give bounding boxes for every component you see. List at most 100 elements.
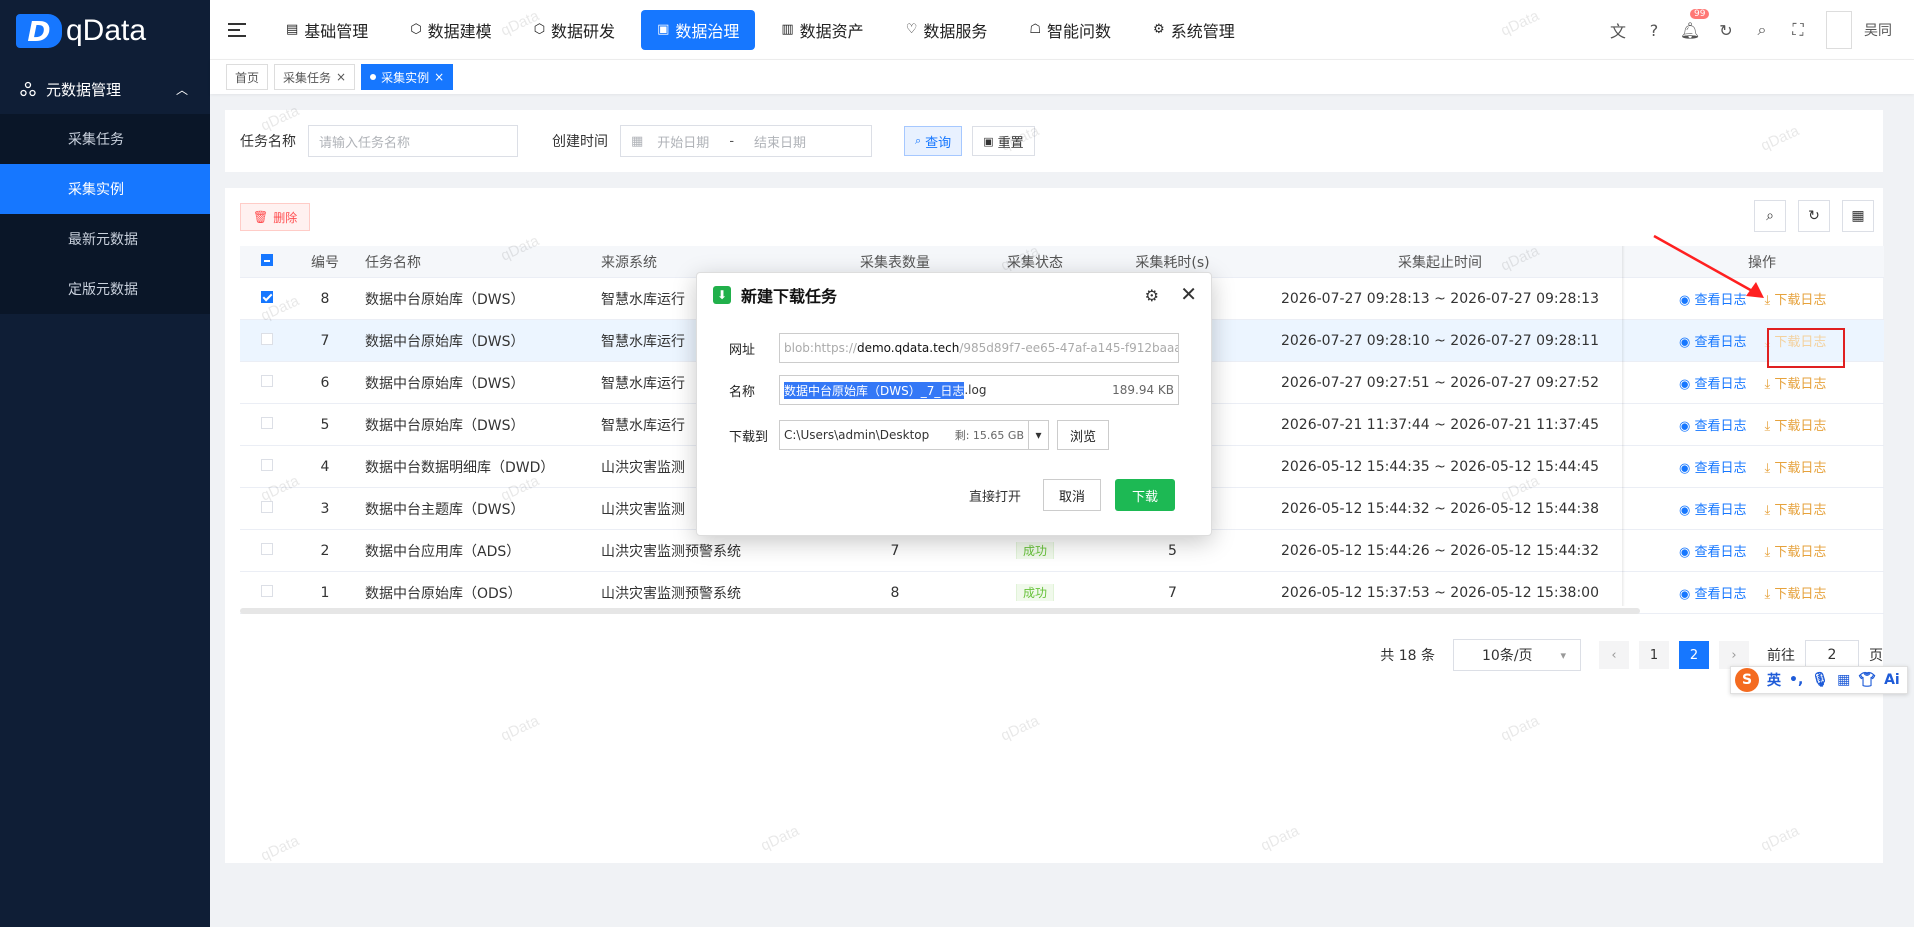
date-range-picker[interactable]: ▦ 开始日期 - 结束日期 [620,125,872,157]
view-log-link[interactable]: ◉ 查看日志 [1679,583,1747,602]
help-icon[interactable]: ? [1636,21,1672,40]
row-checkbox[interactable] [261,584,273,597]
chevron-right-icon: › [1731,647,1737,663]
close-icon[interactable]: × [336,70,346,84]
refresh-icon[interactable]: ↻ [1708,21,1744,40]
ime-toolbar[interactable]: S 英 •, 🎙︎ ▦ 👕︎ Ai [1730,666,1908,694]
download-log-link[interactable]: ⤓ 下载日志 [1765,499,1827,518]
row-checkbox[interactable] [261,542,273,555]
open-direct-button[interactable]: 直接打开 [957,479,1033,511]
cell-cost: 5 [1168,542,1177,559]
horizontal-scrollbar[interactable] [240,608,1640,614]
nav-system[interactable]: ⚙ 系统管理 [1137,10,1251,50]
view-log-label: 查看日志 [1694,587,1747,602]
nav-governance[interactable]: ▣ 数据治理 [641,9,756,50]
grid-icon: ▦ [1851,208,1865,224]
cell-time: 2026-05-12 15:44:26 ~ 2026-05-12 15:44:3… [1280,542,1599,559]
url-label: 网址 [729,342,756,358]
username[interactable]: 吴同 [1864,20,1892,40]
menu-fold-icon[interactable] [228,22,246,38]
close-icon[interactable]: × [434,70,444,84]
query-button[interactable]: ⌕ 查询 [904,126,963,156]
sidebar-item-collect-instance[interactable]: 采集实例 [0,164,210,214]
row-checkbox[interactable] [261,332,273,345]
url-host: demo.qdata.tech [856,341,960,355]
search-icon[interactable]: ⌕ [1744,20,1780,40]
filter-form: 任务名称 请输入任务名称 创建时间 ▦ 开始日期 - 结束日期 ⌕ 查询 ▣ 重置 [225,110,1883,172]
select-all-checkbox[interactable] [261,253,273,266]
browse-button[interactable]: 浏览 [1057,420,1110,450]
save-path-input[interactable]: C:\Users\admin\Desktop 剩: 15.65 GB [779,420,1029,450]
path-dropdown[interactable]: ▾ [1029,420,1049,450]
cancel-button[interactable]: 取消 [1043,479,1102,511]
highlight-box [1767,328,1845,368]
view-log-link[interactable]: ◉ 查看日志 [1679,541,1747,560]
download-log-link[interactable]: ⤓ 下载日志 [1765,289,1827,308]
download-log-link[interactable]: ⤓ 下载日志 [1765,457,1827,476]
sidebar-item-label: 采集任务 [68,132,124,148]
dialog-title: 新建下载任务 [741,287,838,306]
translate-icon[interactable]: 文 [1600,18,1636,42]
next-page-button[interactable]: › [1719,641,1749,669]
row-checkbox[interactable] [261,416,273,429]
avatar[interactable] [1826,11,1852,49]
download-log-link[interactable]: ⤓ 下载日志 [1765,373,1827,392]
url-field[interactable]: blob:https://demo.qdata.tech/985d89f7-ee… [779,333,1179,363]
cell-operation: ◉ 查看日志 ⤓ 下载日志 [1640,499,1884,518]
tag-home[interactable]: 首页 [226,64,269,90]
download-log-link[interactable]: ⤓ 下载日志 [1765,541,1827,560]
cell-operation: ◉ 查看日志 ⤓ 下载日志 [1640,583,1884,602]
header-time: 采集起止时间 [1398,254,1482,271]
file-size: 189.94 KB [1112,383,1174,397]
nav-basic[interactable]: ▤ 基础管理 [270,10,384,50]
sidebar-group-metadata[interactable]: 元数据管理 ︿ [0,64,210,114]
prev-page-button[interactable]: ‹ [1599,641,1629,669]
view-log-label: 查看日志 [1694,335,1747,350]
sidebar-item-label: 定版元数据 [68,282,138,298]
url-prefix: blob:https:// [784,341,857,355]
nav-asset[interactable]: ▥ 数据资产 [765,10,879,50]
table-row[interactable]: 2 数据中台应用库（ADS） 山洪灾害监测预警系统 7 成功 5 2026-05-12 15… [240,530,1884,572]
delete-button[interactable]: 🗑︎ 删除 [240,203,311,231]
fullscreen-icon[interactable]: ⛶ [1780,20,1816,40]
nav-modeling[interactable]: ⬡ 数据建模 [394,10,507,50]
view-log-link[interactable]: ◉ 查看日志 [1679,457,1747,476]
search-toggle-button[interactable]: ⌕ [1754,200,1786,232]
logo[interactable]: D qData [0,0,210,62]
row-checkbox[interactable] [261,458,273,471]
punct-icon: •, [1789,672,1804,688]
page-2[interactable]: 2 [1679,641,1709,669]
download-log-link[interactable]: ⤓ 下载日志 [1765,415,1827,434]
row-checkbox[interactable] [261,374,273,387]
nav-label: 数据研发 [551,21,616,41]
refresh-button[interactable]: ↻ [1798,200,1830,232]
settings-icon[interactable]: ⚙ [1145,286,1159,305]
save-path: C:\Users\admin\Desktop [784,428,930,442]
save-row: 下载到 C:\Users\admin\Desktop 剩: 15.65 GB ▾… [729,420,1110,450]
row-checkbox[interactable] [261,290,273,303]
sidebar-item-latest-metadata[interactable]: 最新元数据 [0,214,210,264]
download-log-label: 下载日志 [1774,461,1827,476]
tag-collect-task[interactable]: 采集任务 × [274,64,356,90]
top-right-tools: 文 ? 🔔︎ 99 ↻ ⌕ ⛶ 吴同 [1600,0,1914,60]
page-size-select[interactable]: 10条/页 ▾ [1453,639,1581,671]
sidebar-item-collect-task[interactable]: 采集任务 [0,114,210,164]
bell-icon[interactable]: 🔔︎ 99 [1672,8,1710,40]
view-log-link[interactable]: ◉ 查看日志 [1679,331,1747,350]
columns-button[interactable]: ▦ [1842,200,1874,232]
file-name-input[interactable]: 数据中台原始库（DWS）_7_日志 .log 189.94 KB [779,375,1179,405]
close-icon[interactable]: ✕ [1180,282,1197,306]
nav-service[interactable]: ♡ 数据服务 [890,10,1004,50]
download-log-link[interactable]: ⤓ 下载日志 [1765,583,1827,602]
view-log-link[interactable]: ◉ 查看日志 [1679,499,1747,518]
page-1[interactable]: 1 [1639,641,1669,669]
cell-time: 2026-07-21 11:37:44 ~ 2026-07-21 11:37:4… [1280,416,1599,433]
nav-ai-query[interactable]: ☖ 智能问数 [1013,10,1127,50]
tag-collect-instance[interactable]: 采集实例 × [361,64,454,90]
calendar-icon: ▦ [631,133,644,149]
sidebar-item-final-metadata[interactable]: 定版元数据 [0,264,210,314]
view-log-link[interactable]: ◉ 查看日志 [1679,373,1747,392]
download-button[interactable]: 下载 [1115,479,1176,511]
task-name-input[interactable]: 请输入任务名称 [308,125,518,157]
view-log-link[interactable]: ◉ 查看日志 [1679,415,1747,434]
